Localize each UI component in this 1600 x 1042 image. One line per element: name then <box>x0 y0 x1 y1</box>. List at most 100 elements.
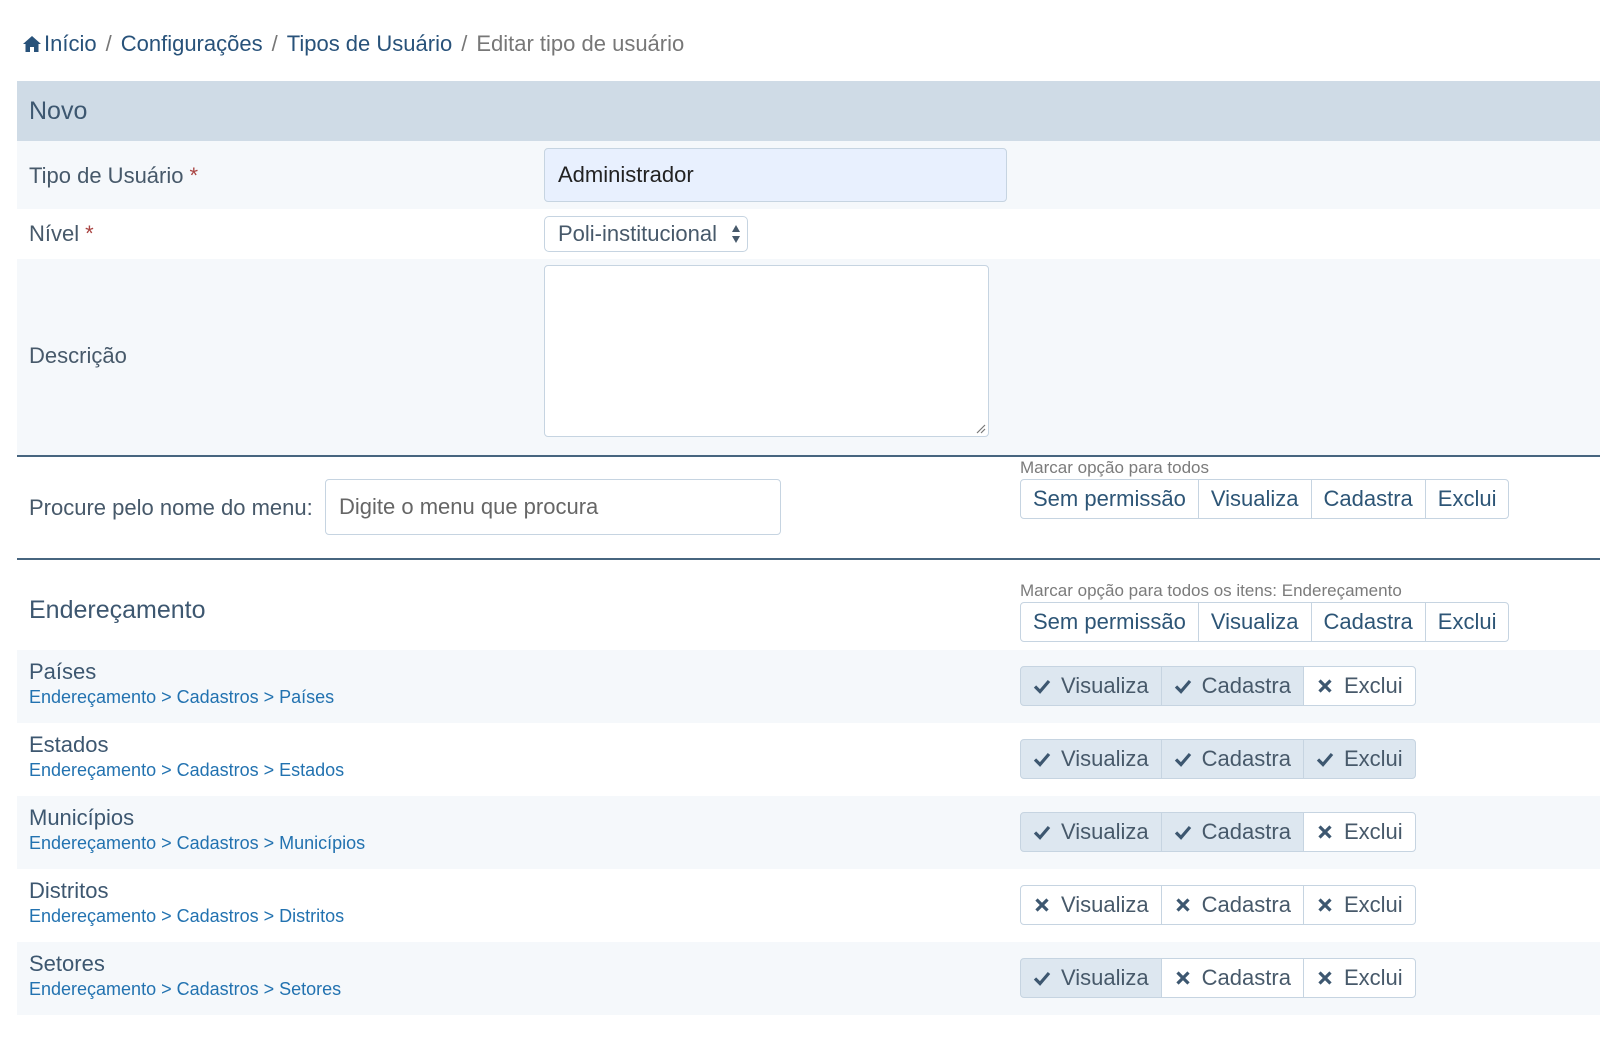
permission-toggle-group: Visualiza Cadastra Exclui <box>1020 812 1416 852</box>
required-marker: * <box>85 221 94 246</box>
section-title: Endereçamento <box>29 596 206 624</box>
menu-item-path[interactable]: Endereçamento > Cadastros > Estados <box>29 760 344 781</box>
menu-search-input[interactable]: Digite o menu que procura <box>325 479 781 535</box>
permission-cadastra-toggle[interactable]: Cadastra <box>1160 958 1304 998</box>
menu-item-title: Distritos <box>29 878 109 903</box>
check-icon <box>1033 825 1051 840</box>
permission-label: Cadastra <box>1201 673 1291 698</box>
menu-item-title: Municípios <box>29 805 135 830</box>
mark-all-cadastra-button[interactable]: Cadastra <box>1310 479 1426 519</box>
permission-toggle-group: Visualiza Cadastra Exclui <box>1020 666 1416 706</box>
permission-label: Exclui <box>1343 892 1403 917</box>
permission-label: Visualiza <box>1061 892 1149 917</box>
menu-item-path[interactable]: Endereçamento > Cadastros > Municípios <box>29 833 365 854</box>
permission-exclui-toggle[interactable]: Exclui <box>1302 739 1416 779</box>
permission-visualiza-toggle[interactable]: Visualiza <box>1020 958 1162 998</box>
nivel-label: Nível * <box>29 221 94 246</box>
check-icon <box>1033 752 1051 767</box>
permission-label: Visualiza <box>1061 746 1149 771</box>
menu-item-title: Estados <box>29 732 109 757</box>
permission-exclui-toggle[interactable]: Exclui <box>1302 666 1416 706</box>
permission-toggle-group: Visualiza Cadastra Exclui <box>1020 739 1416 779</box>
cross-icon <box>1035 898 1049 912</box>
permission-cadastra-toggle[interactable]: Cadastra <box>1160 812 1304 852</box>
permission-label: Cadastra <box>1201 746 1291 771</box>
permission-exclui-toggle[interactable]: Exclui <box>1302 812 1416 852</box>
permission-visualiza-toggle[interactable]: Visualiza <box>1020 885 1162 925</box>
breadcrumb-separator: / <box>271 31 278 56</box>
permission-label: Cadastra <box>1201 965 1291 990</box>
nivel-select[interactable]: Poli-institucional <box>544 216 748 252</box>
permission-label: Visualiza <box>1061 965 1149 990</box>
table-row: Setores Endereçamento > Cadastros > Setor… <box>17 942 1600 1015</box>
descricao-textarea[interactable] <box>544 265 989 437</box>
nivel-select-value: Poli-institucional <box>558 221 717 246</box>
section-exclui-button[interactable]: Exclui <box>1424 602 1510 642</box>
tipo-usuario-input[interactable]: Administrador <box>544 148 1007 202</box>
table-row: Distritos Endereçamento > Cadastros > Dis… <box>17 869 1600 942</box>
table-row: Países Endereçamento > Cadastros > Países… <box>17 650 1600 723</box>
permission-label: Exclui <box>1343 819 1403 844</box>
cross-icon <box>1176 971 1190 985</box>
permission-label: Visualiza <box>1061 673 1149 698</box>
breadcrumb-configuracoes[interactable]: Configurações <box>121 31 263 57</box>
permission-visualiza-toggle[interactable]: Visualiza <box>1020 739 1162 779</box>
permission-cadastra-toggle[interactable]: Cadastra <box>1160 739 1304 779</box>
tipo-usuario-label: Tipo de Usuário * <box>29 163 199 188</box>
menu-item-path[interactable]: Endereçamento > Cadastros > Setores <box>29 979 341 1000</box>
permission-toggle-group: Visualiza Cadastra Exclui <box>1020 885 1416 925</box>
section-header-enderecamento: Endereçamento Marcar opção para todos os… <box>17 560 1600 650</box>
permission-cadastra-toggle[interactable]: Cadastra <box>1160 666 1304 706</box>
section-visualiza-button[interactable]: Visualiza <box>1197 602 1312 642</box>
cross-icon <box>1318 679 1332 693</box>
menu-search-label: Procure pelo nome do menu: <box>29 495 313 520</box>
check-icon <box>1316 752 1334 767</box>
check-icon <box>1174 679 1191 694</box>
mark-all-button-group: Sem permissão Visualiza Cadastra Exclui <box>1020 479 1510 519</box>
permission-visualiza-toggle[interactable]: Visualiza <box>1020 812 1162 852</box>
resize-grip-icon[interactable] <box>974 422 986 434</box>
permission-cadastra-toggle[interactable]: Cadastra <box>1160 885 1304 925</box>
check-icon <box>1033 971 1051 986</box>
tipo-usuario-row: Tipo de Usuário * Administrador <box>17 141 1600 209</box>
breadcrumb-home[interactable]: Início <box>44 31 97 57</box>
panel-title: Novo <box>17 81 1600 141</box>
permission-label: Exclui <box>1343 965 1403 990</box>
menu-search-row: Procure pelo nome do menu: Digite o menu… <box>17 457 1600 560</box>
required-marker: * <box>189 163 199 188</box>
check-icon <box>1174 825 1191 840</box>
section-mark-all-button-group: Sem permissão Visualiza Cadastra Exclui <box>1020 602 1510 642</box>
breadcrumb-separator: / <box>461 31 468 56</box>
permission-exclui-toggle[interactable]: Exclui <box>1302 958 1416 998</box>
permission-visualiza-toggle[interactable]: Visualiza <box>1020 666 1162 706</box>
permission-label: Visualiza <box>1061 819 1149 844</box>
nivel-row: Nível * Poli-institucional <box>17 209 1600 259</box>
breadcrumb-separator: / <box>105 31 112 56</box>
mark-all-sem-permissao-button[interactable]: Sem permissão <box>1020 479 1199 519</box>
section-sem-permissao-button[interactable]: Sem permissão <box>1020 602 1199 642</box>
select-arrows-icon <box>732 225 740 243</box>
breadcrumb-tipos-usuario[interactable]: Tipos de Usuário <box>287 31 452 57</box>
mark-all-block: Marcar opção para todos Sem permissão Vi… <box>1020 457 1510 519</box>
permission-label: Cadastra <box>1201 892 1291 917</box>
menu-item-title: Países <box>29 659 97 684</box>
permission-label: Cadastra <box>1201 819 1291 844</box>
menu-items-list: Países Endereçamento > Cadastros > Países… <box>17 650 1600 1015</box>
cross-icon <box>1318 825 1332 839</box>
mark-all-visualiza-button[interactable]: Visualiza <box>1197 479 1312 519</box>
descricao-label: Descrição <box>29 343 127 368</box>
cross-icon <box>1176 898 1190 912</box>
menu-item-path[interactable]: Endereçamento > Cadastros > Países <box>29 687 334 708</box>
check-icon <box>1174 752 1191 767</box>
home-icon[interactable] <box>22 35 42 53</box>
permission-label: Exclui <box>1343 746 1403 771</box>
mark-all-exclui-button[interactable]: Exclui <box>1424 479 1510 519</box>
table-row: Municípios Endereçamento > Cadastros > Mu… <box>17 796 1600 869</box>
section-cadastra-button[interactable]: Cadastra <box>1310 602 1426 642</box>
menu-item-title: Setores <box>29 951 105 976</box>
user-type-panel: Novo Tipo de Usuário * Administrador Níve… <box>17 81 1600 1015</box>
menu-item-path[interactable]: Endereçamento > Cadastros > Distritos <box>29 906 344 927</box>
permission-exclui-toggle[interactable]: Exclui <box>1302 885 1416 925</box>
breadcrumb-current: Editar tipo de usuário <box>476 31 685 56</box>
section-mark-all-block: Marcar opção para todos os itens: Endere… <box>1020 580 1510 642</box>
